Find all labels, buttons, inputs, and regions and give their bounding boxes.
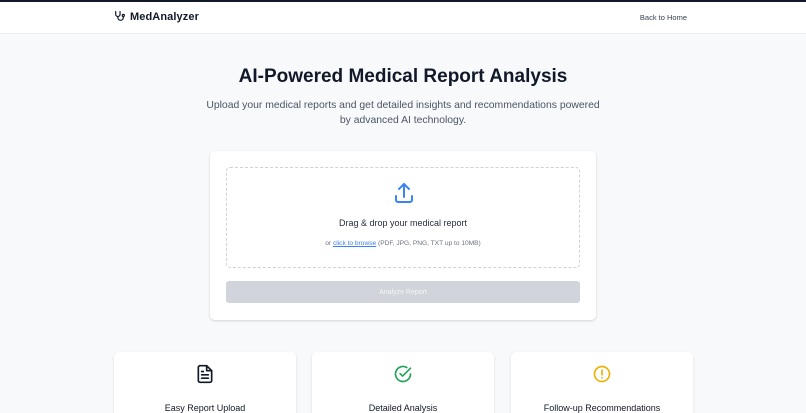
brand-name: MedAnalyzer	[130, 10, 199, 23]
feature-card-follow-up: Follow-up Recommendations	[511, 352, 693, 413]
check-circle-icon	[393, 364, 413, 389]
dropzone-title: Drag & drop your medical report	[338, 218, 468, 228]
browse-link[interactable]: click to browse	[333, 240, 376, 247]
document-icon	[195, 364, 215, 389]
file-dropzone[interactable]: Drag & drop your medical report or click…	[226, 167, 580, 268]
hint-suffix: (PDF, JPG, PNG, TXT up to 10MB)	[376, 240, 481, 247]
feature-card-easy-upload: Easy Report Upload	[114, 352, 296, 413]
brand[interactable]: MedAnalyzer	[113, 10, 199, 23]
feature-card-detailed-analysis: Detailed Analysis	[312, 352, 494, 413]
feature-title: Easy Report Upload	[164, 403, 246, 413]
analyze-report-button[interactable]: Analyze Report	[226, 281, 580, 303]
dropzone-hint: or click to browse (PDF, JPG, PNG, TXT u…	[227, 240, 579, 247]
alert-circle-icon	[592, 364, 612, 389]
feature-title: Follow-up Recommendations	[543, 403, 661, 413]
back-to-home-link[interactable]: Back to Home	[640, 13, 687, 22]
upload-icon	[392, 181, 416, 210]
feature-title: Detailed Analysis	[368, 403, 438, 413]
hint-prefix: or	[325, 240, 333, 247]
page-subtitle: Upload your medical reports and get deta…	[206, 100, 600, 126]
stethoscope-icon	[113, 10, 126, 23]
page-title: AI-Powered Medical Report Analysis	[238, 66, 568, 87]
navbar: MedAnalyzer Back to Home	[0, 2, 806, 34]
upload-card: Drag & drop your medical report or click…	[210, 151, 596, 320]
